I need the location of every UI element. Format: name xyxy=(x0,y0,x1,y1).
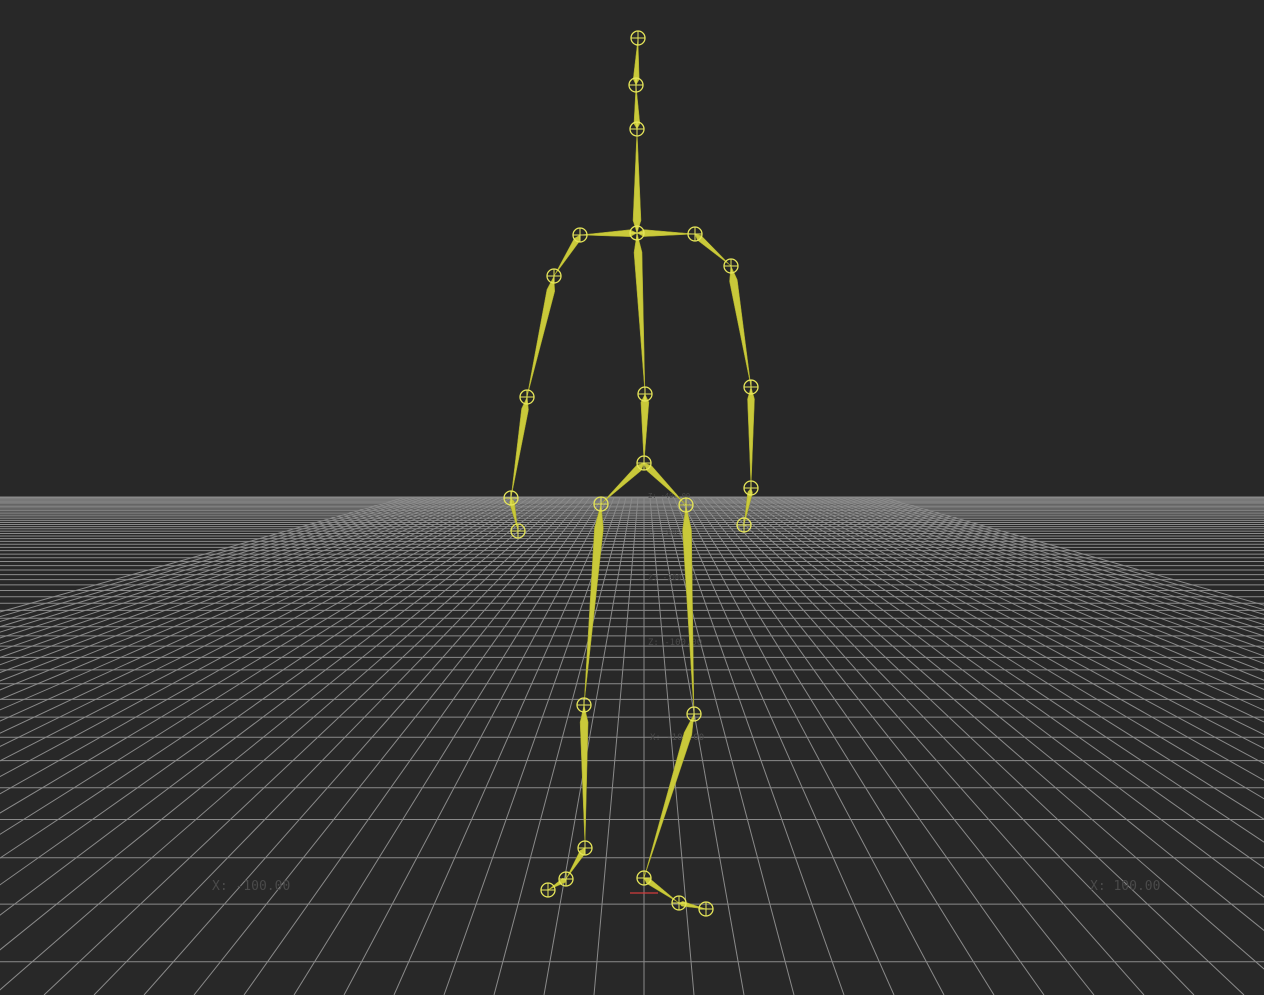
3d-viewport[interactable]: Z: -400.00 Z: -300.00 Z: -200.00 Z: -100… xyxy=(0,0,1264,995)
joint-r-foot[interactable] xyxy=(671,895,687,911)
joint-hips[interactable] xyxy=(636,455,652,471)
joint-l-knee[interactable] xyxy=(576,697,592,713)
joint-head[interactable] xyxy=(628,77,644,93)
joint-r-knee[interactable] xyxy=(686,706,702,722)
joint-l-clav[interactable] xyxy=(572,227,588,243)
joint-spine[interactable] xyxy=(637,386,653,402)
axis-label-center-x: X: -100.00 xyxy=(650,733,704,743)
joint-neck[interactable] xyxy=(629,121,645,137)
joint-l-elbow[interactable] xyxy=(519,389,535,405)
joint-l-toe[interactable] xyxy=(540,882,556,898)
joint-r-hand[interactable] xyxy=(736,517,752,533)
joint-r-wrist[interactable] xyxy=(743,480,759,496)
joint-r-clav[interactable] xyxy=(687,226,703,242)
joint-l-ankle[interactable] xyxy=(577,840,593,856)
joint-r-hip[interactable] xyxy=(678,497,694,513)
axis-label-x-negative: X: -100.00 xyxy=(212,879,290,894)
joint-r-shoulder[interactable] xyxy=(723,258,739,274)
joint-r-toe[interactable] xyxy=(698,901,714,917)
joint-chest[interactable] xyxy=(629,225,645,241)
joint-l-foot[interactable] xyxy=(558,871,574,887)
joint-r-ankle[interactable] xyxy=(636,870,652,886)
joint-l-hand[interactable] xyxy=(510,523,526,539)
joint-l-shoulder[interactable] xyxy=(546,268,562,284)
joint-r-elbow[interactable] xyxy=(743,379,759,395)
joint-l-hip[interactable] xyxy=(593,496,609,512)
axis-label-x-positive: X: 100.00 xyxy=(1090,879,1160,894)
joint-head-top[interactable] xyxy=(630,30,646,46)
axis-label-z-4: Z: -100.00 xyxy=(648,638,702,648)
joint-l-wrist[interactable] xyxy=(503,490,519,506)
